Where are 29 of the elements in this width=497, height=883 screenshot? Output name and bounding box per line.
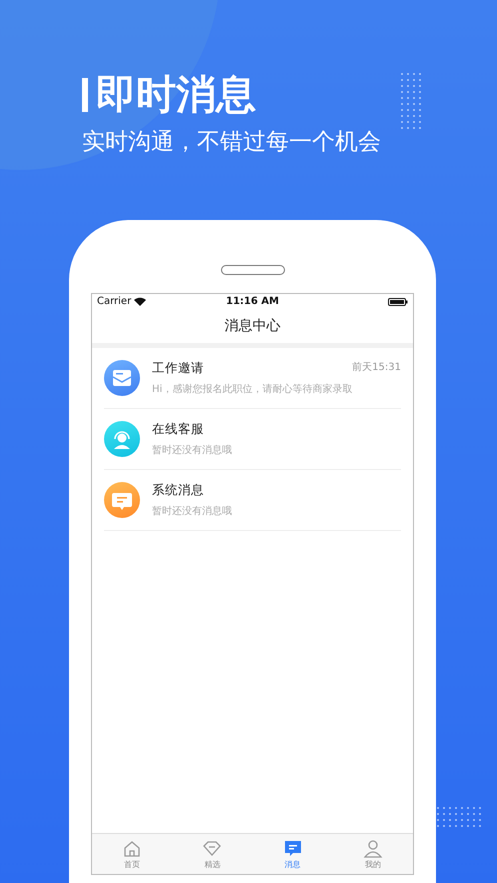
message-preview: 暂时还没有消息哦	[152, 504, 233, 518]
message-item[interactable]: 系统消息 暂时还没有消息哦	[104, 470, 401, 531]
speaker-slot	[220, 265, 284, 275]
wifi-icon	[134, 297, 146, 306]
page-title: 消息中心	[224, 317, 280, 335]
envelope-icon	[104, 360, 140, 396]
tab[interactable]: 首页	[92, 834, 172, 874]
dot-pattern	[436, 806, 484, 828]
tab[interactable]: 精选	[172, 834, 252, 874]
accent-bar	[82, 78, 88, 112]
battery-icon	[388, 298, 408, 306]
subtitle: 实时沟通，不错过每一个机会	[82, 128, 382, 157]
message-preview: 暂时还没有消息哦	[152, 444, 233, 457]
user-icon	[362, 838, 384, 858]
chat-icon	[104, 482, 140, 518]
dot-pattern	[400, 72, 422, 130]
status-time: 11:16 AM	[224, 296, 280, 307]
headline: 即时消息	[96, 71, 256, 120]
message-time: 前天15:31	[352, 361, 401, 375]
message-title: 系统消息	[152, 482, 204, 499]
headset-icon	[104, 421, 140, 457]
message-item[interactable]: 在线客服 暂时还没有消息哦	[104, 409, 401, 470]
message-preview: Hi，感谢您报名此职位，请耐心等待商家录取	[152, 382, 354, 396]
message-title: 在线客服	[152, 421, 204, 438]
tab[interactable]: 我的	[332, 834, 413, 874]
message-item[interactable]: 工作邀请 前天15:31 Hi，感谢您报名此职位，请耐心等待商家录取	[104, 348, 401, 409]
message-title: 工作邀请	[152, 360, 204, 377]
carrier-label: Carrier	[97, 296, 132, 307]
tab[interactable]: 消息	[252, 834, 333, 874]
